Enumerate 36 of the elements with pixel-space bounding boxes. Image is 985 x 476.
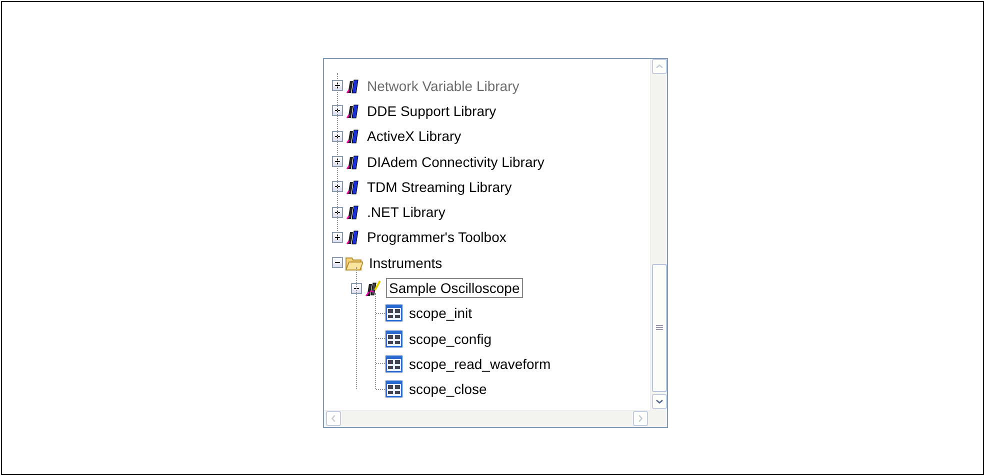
instrument-icon xyxy=(364,279,382,298)
collapse-icon[interactable] xyxy=(351,282,362,294)
expand-icon[interactable] xyxy=(332,105,343,116)
panel-icon xyxy=(385,330,403,348)
tree-item[interactable]: ActiveX Library xyxy=(365,127,464,146)
tree-item[interactable]: Programmer's Toolbox xyxy=(365,228,508,246)
books-icon xyxy=(345,128,361,144)
scroll-down-icon[interactable] xyxy=(652,394,666,409)
tree-item[interactable]: .NET Library xyxy=(365,203,448,222)
tree-item[interactable]: scope_read_waveform xyxy=(407,354,553,373)
folder-icon xyxy=(345,254,363,271)
tree-item[interactable]: Instruments xyxy=(367,254,444,272)
books-icon xyxy=(345,78,361,94)
books-icon xyxy=(345,229,361,246)
panel-icon xyxy=(385,304,403,322)
books-icon xyxy=(345,154,361,170)
panel-icon xyxy=(385,354,403,373)
collapse-icon[interactable] xyxy=(332,257,343,268)
tree-item[interactable]: scope_init xyxy=(407,304,474,322)
grip-icon xyxy=(656,325,662,331)
tree-item[interactable]: scope_config xyxy=(407,330,494,348)
expand-icon[interactable] xyxy=(332,206,343,218)
expand-icon[interactable] xyxy=(332,130,343,142)
expand-icon[interactable] xyxy=(332,181,343,192)
panel-icon xyxy=(385,380,403,398)
expand-icon[interactable] xyxy=(332,232,343,243)
books-icon xyxy=(345,204,361,220)
books-icon xyxy=(345,102,361,119)
scroll-thumb[interactable] xyxy=(652,264,666,392)
books-icon xyxy=(345,178,361,195)
tree-item[interactable]: scope_close xyxy=(407,380,489,398)
expand-icon[interactable] xyxy=(332,156,343,168)
tree-item[interactable]: Sample Oscilloscope xyxy=(386,278,523,298)
tree-item[interactable]: DIAdem Connectivity Library xyxy=(365,152,546,171)
tree-item[interactable]: TDM Streaming Library xyxy=(365,178,514,196)
tree-item[interactable]: DDE Support Library xyxy=(365,102,498,120)
